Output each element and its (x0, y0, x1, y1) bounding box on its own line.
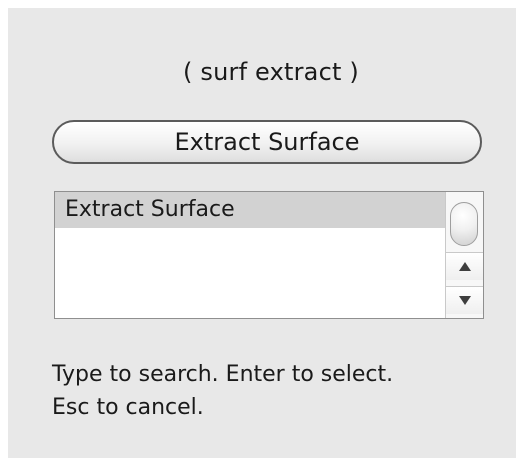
command-search-panel: ( surf extract ) Extract Surface Extract… (8, 8, 516, 458)
list-item[interactable]: Extract Surface (55, 192, 445, 228)
search-field-text[interactable]: Extract Surface (54, 122, 480, 162)
results-list[interactable]: Extract Surface (54, 191, 484, 319)
arrow-up-icon (459, 262, 471, 271)
instructions-line-1: Type to search. Enter to select. (52, 362, 394, 387)
scroll-up-button[interactable] (446, 252, 483, 280)
instructions-line-2: Esc to cancel. (52, 395, 204, 420)
command-name-label: ( surf extract ) (183, 58, 359, 86)
scroll-down-button[interactable] (446, 286, 483, 314)
scroll-thumb[interactable] (450, 202, 478, 246)
scrollbar[interactable] (445, 192, 483, 318)
search-field[interactable]: Extract Surface (52, 120, 482, 164)
arrow-down-icon (459, 296, 471, 305)
instructions-text: Type to search. Enter to select. Esc to … (52, 358, 512, 424)
